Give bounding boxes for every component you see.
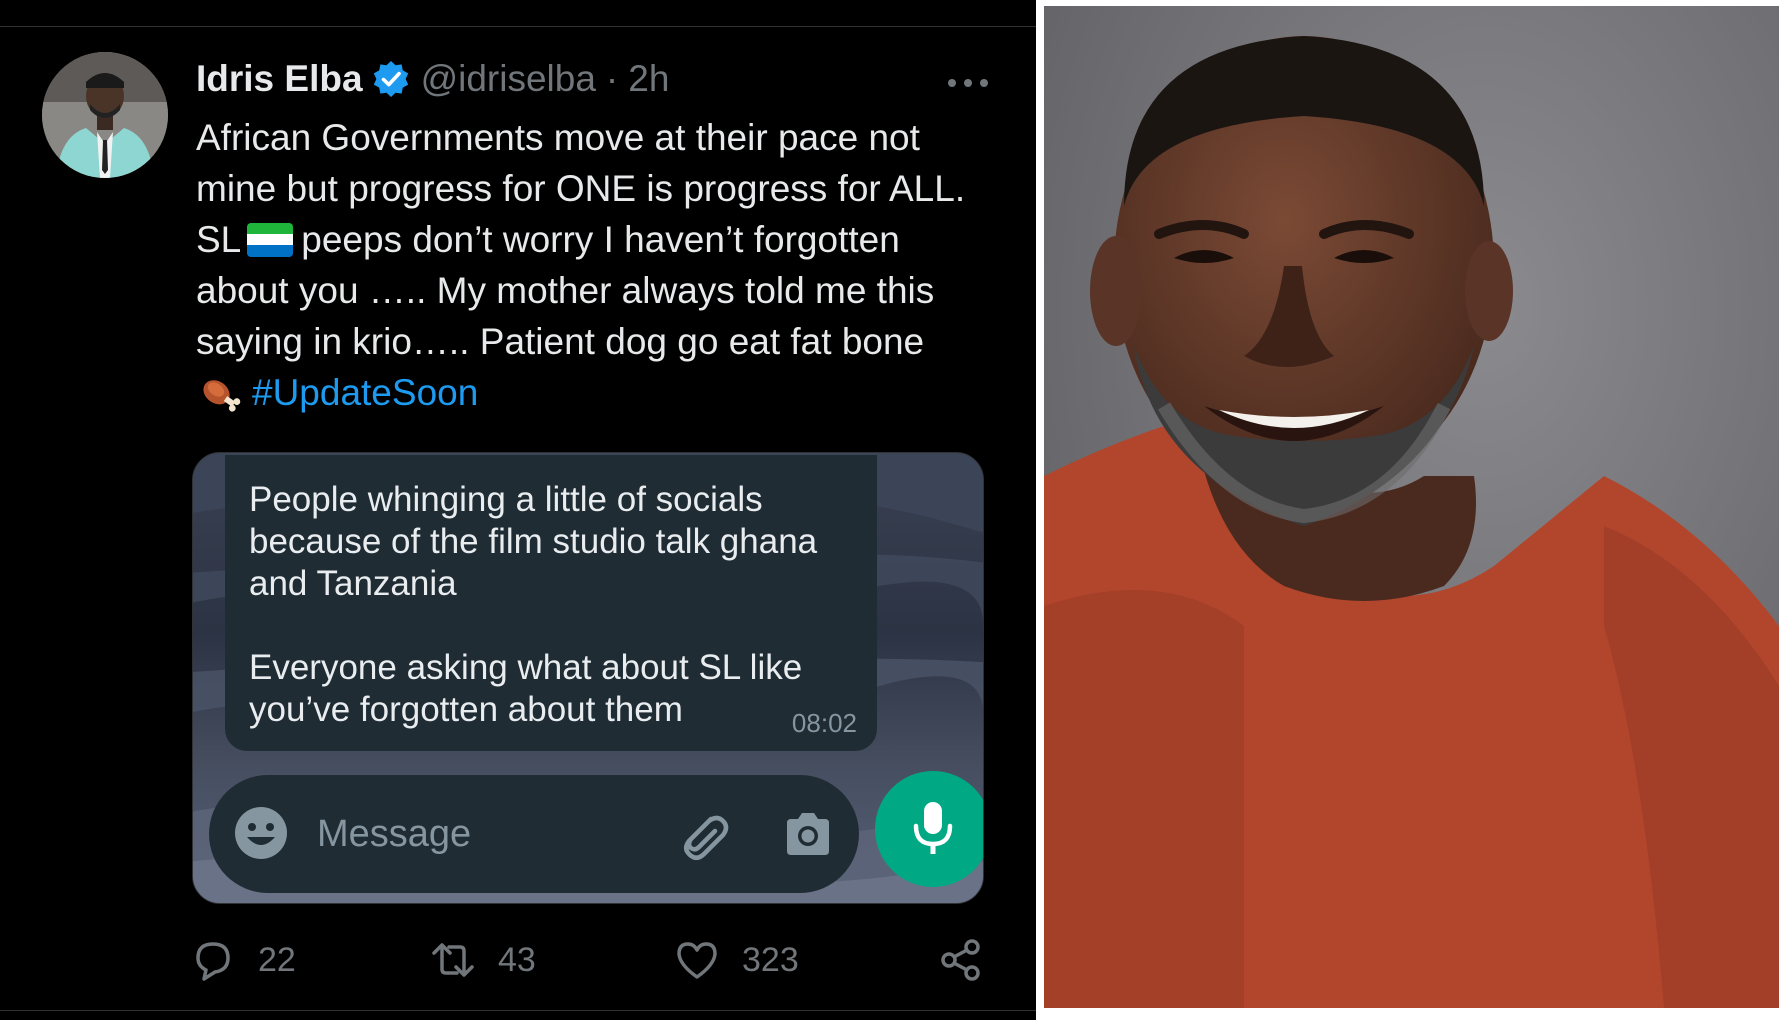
tweet-action-bar: 22 43 323 (0, 930, 1036, 990)
reply-button[interactable]: 22 (190, 930, 296, 990)
divider-line (0, 1010, 1036, 1011)
tweet-card: Idris Elba @idriselba · 2h African Gover… (0, 0, 1036, 1020)
user-handle[interactable]: @idriselba (421, 58, 596, 100)
message-composer (209, 775, 859, 893)
emoji-icon[interactable] (233, 805, 289, 861)
chat-message-time: 08:02 (791, 708, 857, 738)
microphone-icon (909, 800, 957, 858)
divider-line (0, 26, 1036, 27)
collage-divider (1036, 0, 1044, 1020)
like-button[interactable]: 323 (674, 930, 799, 990)
voice-message-button[interactable] (875, 771, 983, 887)
tweet-text-fragment: SL (196, 219, 242, 260)
separator-dot: · (605, 58, 619, 99)
more-options-icon[interactable] (948, 76, 988, 90)
retweet-button[interactable]: 43 (430, 930, 536, 990)
tweet-text-fragment: peeps don’t worry I haven’t forgotten (301, 219, 900, 260)
chat-text-line: Everyone asking what about SL like (249, 648, 803, 687)
paperclip-icon[interactable] (673, 805, 731, 863)
reply-count: 22 (258, 940, 296, 979)
tweet-text-line: saying in krio….. Patient dog go eat fat… (196, 321, 925, 362)
tweet-text: African Governments move at their pace n… (196, 112, 1006, 418)
avatar[interactable] (42, 52, 168, 178)
chat-message-bubble: People whinging a little of socials beca… (225, 455, 877, 751)
sierra-leone-flag-icon (247, 223, 294, 257)
meat-on-bone-icon (196, 373, 242, 415)
tweet-text-line: #UpdateSoon (196, 367, 1006, 418)
chat-message-text: People whinging a little of socials beca… (249, 479, 869, 731)
like-count: 323 (742, 940, 799, 979)
tweet-text-line: mine but progress for ONE is progress fo… (196, 168, 966, 209)
tweet-header: Idris Elba @idriselba · 2h (196, 54, 996, 104)
chat-text-line: because of the film studio talk ghana (249, 522, 818, 561)
tweet-text-line: SL peeps don’t worry I haven’t forgotten (196, 214, 1006, 265)
message-input[interactable] (317, 805, 617, 863)
chat-text-line: People whinging a little of socials (249, 480, 763, 519)
verified-badge-icon (371, 59, 411, 99)
camera-icon[interactable] (781, 807, 835, 861)
reply-icon (190, 937, 236, 983)
heart-icon (674, 937, 720, 983)
retweet-count: 43 (498, 940, 536, 979)
tweet-text-line: African Governments move at their pace n… (196, 117, 920, 158)
timestamp[interactable]: 2h (628, 58, 669, 100)
hashtag-link[interactable]: #UpdateSoon (252, 372, 478, 413)
display-name[interactable]: Idris Elba (196, 58, 363, 100)
tweet-text-line: about you ….. My mother always told me t… (196, 270, 935, 311)
tweet-media-image[interactable]: People whinging a little of socials beca… (192, 452, 984, 904)
portrait-photo (1044, 6, 1779, 1008)
share-button[interactable] (938, 930, 984, 990)
chat-text-line: and Tanzania (249, 564, 457, 603)
chat-text-line: you’ve forgotten about them (249, 690, 683, 729)
share-icon (938, 937, 984, 983)
retweet-icon (430, 937, 476, 983)
